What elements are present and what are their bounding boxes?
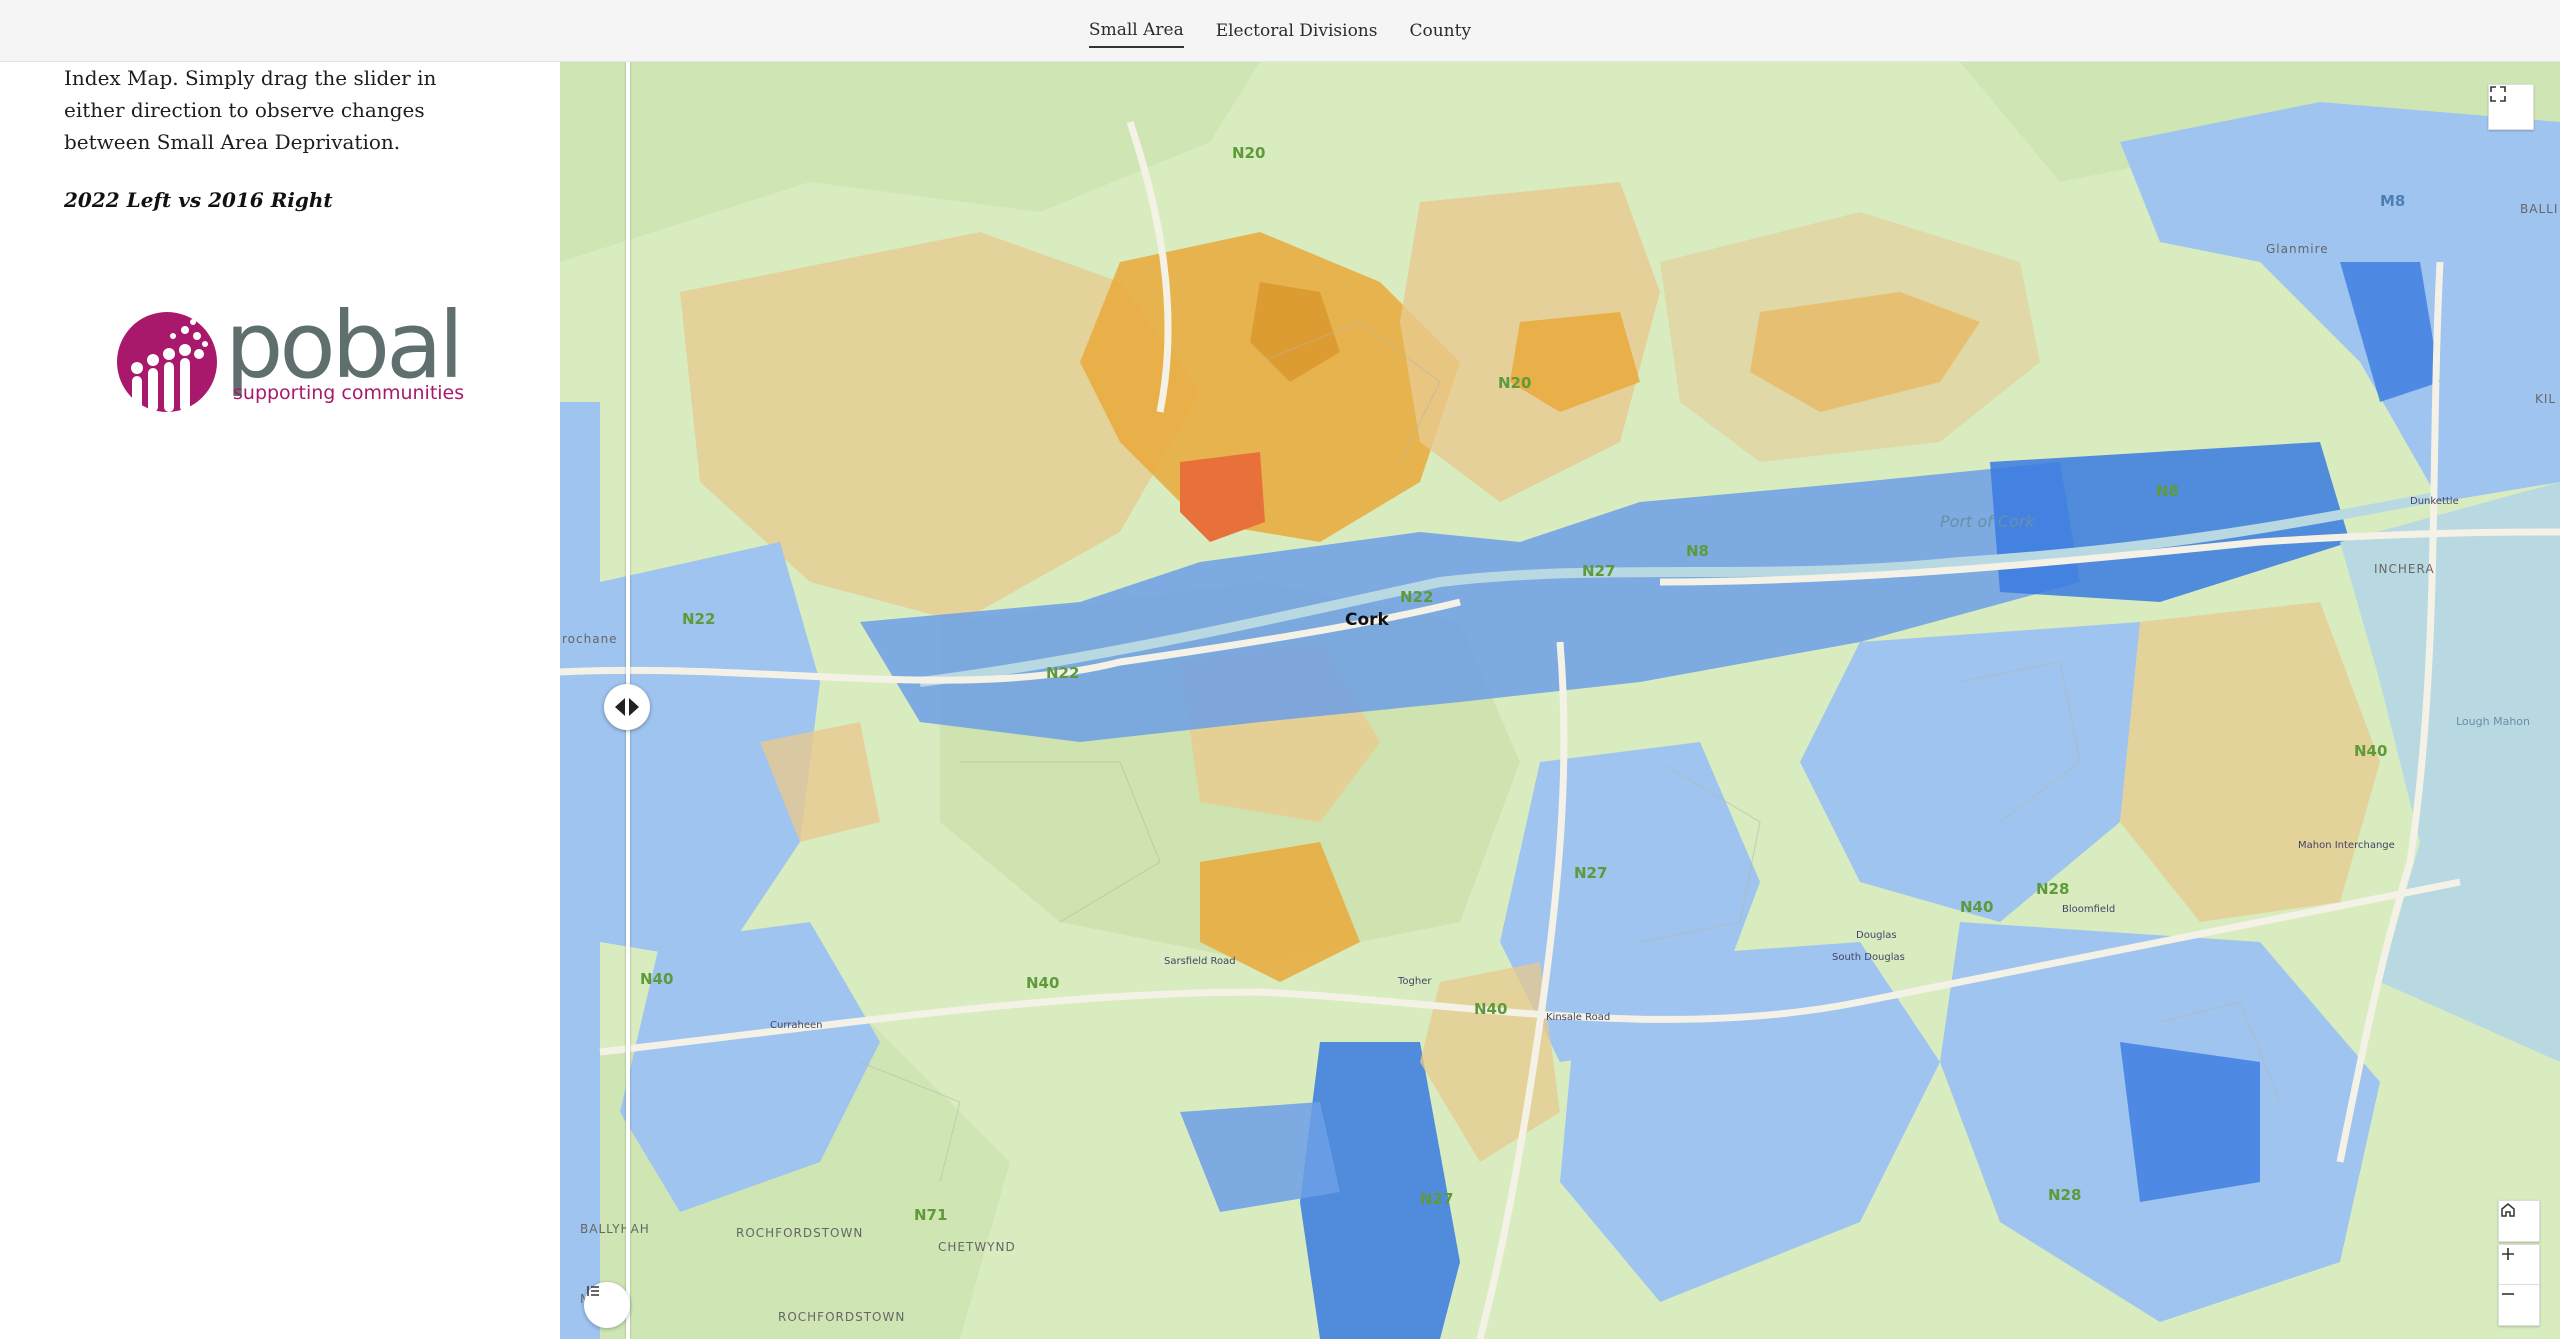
legend-button[interactable] <box>584 1282 630 1328</box>
swipe-handle[interactable] <box>604 684 650 730</box>
road-label: N27 <box>1574 864 1608 882</box>
road-label: N28 <box>2036 880 2070 898</box>
road-label: N28 <box>2048 1186 2082 1204</box>
road-label: N40 <box>1474 1000 1508 1018</box>
zoom-in-button[interactable] <box>2498 1244 2540 1286</box>
road-label: M8 <box>2380 192 2406 210</box>
junction-label: Curraheen <box>770 1020 823 1031</box>
place-label: INCHERA <box>2374 562 2435 576</box>
water-label: Port of Cork <box>1940 512 2035 531</box>
place-label: BALLYHAH <box>580 1222 650 1236</box>
expand-icon <box>2490 86 2506 102</box>
junction-label: Sarsfield Road <box>1164 956 1236 967</box>
road-label: N40 <box>2354 742 2388 760</box>
map-view[interactable]: Glanmire INCHERA BALLYHAH ROCHFORDSTOWN … <box>560 62 2560 1339</box>
place-label: Glanmire <box>2266 242 2329 256</box>
junction-label: Kinsale Road <box>1546 1012 1611 1023</box>
place-label: rochane <box>562 632 618 646</box>
tab-county[interactable]: County <box>1409 15 1471 47</box>
plus-icon <box>2502 1248 2514 1260</box>
road-label: N22 <box>1046 664 1080 682</box>
junction-label: Douglas <box>1856 930 1897 941</box>
road-label: N20 <box>1232 144 1266 162</box>
place-label: KIL <box>2535 392 2557 406</box>
zoom-out-button[interactable] <box>2498 1284 2540 1326</box>
road-label: N8 <box>1686 542 1709 560</box>
road-label: N40 <box>640 970 674 988</box>
tab-electoral-divisions[interactable]: Electoral Divisions <box>1216 15 1378 47</box>
home-button[interactable] <box>2498 1200 2540 1242</box>
road-label: N27 <box>1582 562 1616 580</box>
arrow-right-icon <box>629 698 639 716</box>
expand-button[interactable] <box>2488 84 2534 130</box>
comparison-subtitle: 2022 Left vs 2016 Right <box>64 188 333 212</box>
road-label: N27 <box>1420 1190 1454 1208</box>
home-icon <box>2501 1203 2515 1217</box>
place-label: BALLI <box>2520 202 2559 216</box>
arrow-left-icon <box>615 698 625 716</box>
junction-label: Dunkettle <box>2410 496 2459 507</box>
road-label: N22 <box>682 610 716 628</box>
side-panel: Index Map. Simply drag the slider in eit… <box>0 62 560 1339</box>
logo-tagline: supporting communities <box>233 382 465 404</box>
intro-text: Index Map. Simply drag the slider in eit… <box>64 66 437 154</box>
junction-label: Togher <box>1398 976 1432 987</box>
pobal-logo: pobal supporting communities <box>115 292 464 420</box>
junction-label: Mahon Interchange <box>2298 840 2395 851</box>
place-label: ROCHFORDSTOWN <box>736 1226 864 1240</box>
area-left-edge-blue <box>560 402 600 1339</box>
road-label: N22 <box>1400 588 1434 606</box>
road-label: N20 <box>1498 374 1532 392</box>
area-southeast-dark-blue <box>2120 1042 2260 1202</box>
city-label: Cork <box>1345 610 1389 630</box>
place-label: ROCHFORDSTOWN <box>778 1310 906 1324</box>
top-navigation: Small Area Electoral Divisions County <box>0 0 2560 62</box>
road-label: N40 <box>1026 974 1060 992</box>
road-label: N8 <box>2156 482 2179 500</box>
place-label: CHETWYND <box>938 1240 1016 1254</box>
water-label: Lough Mahon <box>2456 715 2530 728</box>
road-label: N40 <box>1960 898 1994 916</box>
pobal-emblem-icon <box>117 312 217 412</box>
road-label: N71 <box>914 1206 948 1224</box>
junction-label: Bloomfield <box>2062 904 2116 915</box>
junction-label: South Douglas <box>1832 952 1905 963</box>
tab-small-area[interactable]: Small Area <box>1088 14 1184 48</box>
legend-icon <box>587 1286 599 1296</box>
map-canvas <box>560 62 2560 1339</box>
minus-icon <box>2502 1293 2514 1295</box>
